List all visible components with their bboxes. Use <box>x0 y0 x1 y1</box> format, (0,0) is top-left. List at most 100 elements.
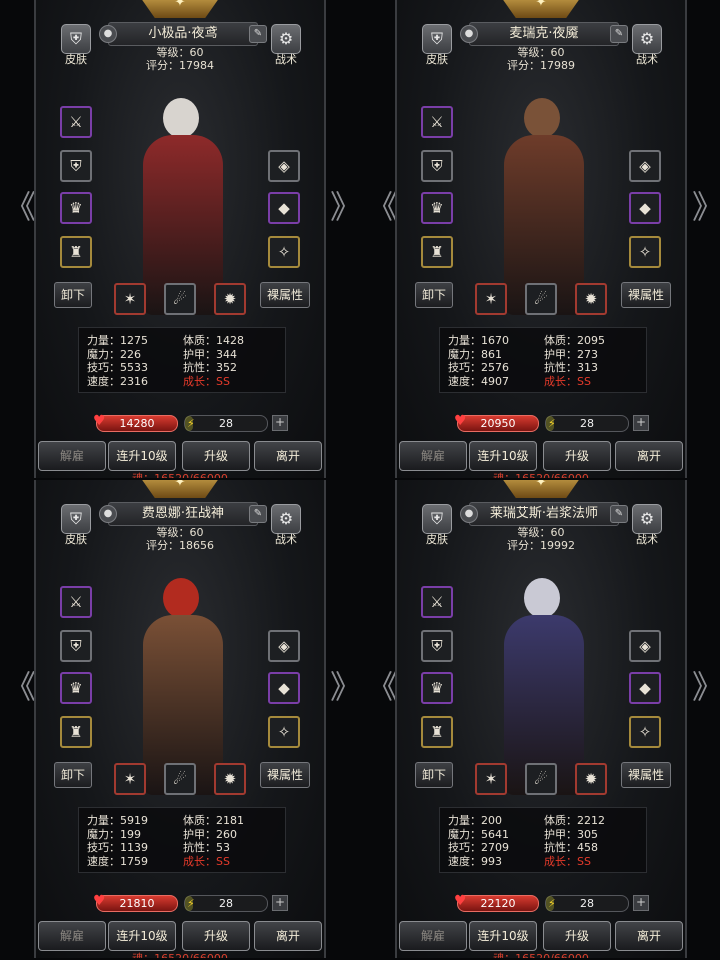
amulet-slot[interactable]: ✧ <box>268 716 300 748</box>
prev-hero-arrow-bottom-right[interactable]: 《 <box>366 670 398 704</box>
helmet-slot[interactable]: ♛ <box>60 672 92 704</box>
weapon-slot[interactable]: ⚔ <box>60 586 92 618</box>
armor-slot[interactable]: ⛨ <box>421 150 453 182</box>
base-attributes-button[interactable]: 裸属性 <box>621 282 672 308</box>
leave-button[interactable]: 离开 <box>254 921 322 951</box>
boots-slot[interactable]: ♜ <box>421 716 453 748</box>
edit-icon[interactable]: ✎ <box>249 25 267 43</box>
gem-slot[interactable]: ◆ <box>268 672 300 704</box>
level-up-button[interactable]: 升级 <box>543 441 611 471</box>
ring-slot[interactable]: ◈ <box>629 150 661 182</box>
amulet-slot[interactable]: ✧ <box>629 716 661 748</box>
level-up-10-button[interactable]: 连升10级 <box>469 921 537 951</box>
base-attributes-button[interactable]: 裸属性 <box>260 282 311 308</box>
leave-button[interactable]: 离开 <box>615 441 683 471</box>
leave-button[interactable]: 离开 <box>254 441 322 471</box>
soul-progress: 魂：16520/66000 <box>132 470 228 478</box>
base-attributes-button[interactable]: 裸属性 <box>260 762 311 788</box>
unequip-button[interactable]: 卸下 <box>415 762 454 788</box>
skill-slot-2[interactable]: ☄ <box>525 283 557 315</box>
action-row: 解雇 连升10级 升级 离开 <box>36 441 324 471</box>
stats-col-left: 力量：1670 魔力：861 技巧：2576 速度：4907 <box>448 334 509 388</box>
action-row: 解雇 连升10级 升级 离开 <box>397 441 685 471</box>
add-energy-button[interactable]: + <box>272 895 288 911</box>
prev-hero-arrow-top-right[interactable]: 《 <box>366 190 398 224</box>
helmet-slot[interactable]: ♛ <box>421 672 453 704</box>
skill-slot-1[interactable]: ✶ <box>475 763 507 795</box>
edit-icon[interactable]: ✎ <box>610 505 628 523</box>
skill-slot-3[interactable]: ✹ <box>214 763 246 795</box>
helmet-slot[interactable]: ♛ <box>421 192 453 224</box>
base-attributes-button[interactable]: 裸属性 <box>621 762 672 788</box>
stats-col-right: 体质：2095 护甲：273 抗性：313 成长：SS <box>544 334 605 388</box>
skill-slot-2[interactable]: ☄ <box>164 283 196 315</box>
level-up-10-button[interactable]: 连升10级 <box>108 441 176 471</box>
prev-hero-arrow-bottom-left[interactable]: 《 <box>4 670 36 704</box>
stat-growth: 成长：SS <box>544 854 591 868</box>
skill-slot-1[interactable]: ✶ <box>475 283 507 315</box>
stat-growth: 成长：SS <box>183 374 230 388</box>
boots-slot[interactable]: ♜ <box>60 236 92 268</box>
dismiss-button[interactable]: 解雇 <box>399 921 467 951</box>
dismiss-button[interactable]: 解雇 <box>38 441 106 471</box>
hero-name: 莱瑞艾斯·岩浆法师 <box>489 506 599 521</box>
weapon-slot[interactable]: ⚔ <box>421 586 453 618</box>
edit-icon[interactable]: ✎ <box>249 505 267 523</box>
amulet-slot[interactable]: ✧ <box>268 236 300 268</box>
lock-icon[interactable]: ● <box>460 505 478 523</box>
unequip-button[interactable]: 卸下 <box>54 282 93 308</box>
weapon-slot[interactable]: ⚔ <box>421 106 453 138</box>
leave-button[interactable]: 离开 <box>615 921 683 951</box>
level-up-10-button[interactable]: 连升10级 <box>469 441 537 471</box>
skill-slot-3[interactable]: ✹ <box>575 763 607 795</box>
skill-slot-3[interactable]: ✹ <box>214 283 246 315</box>
amulet-slot[interactable]: ✧ <box>629 236 661 268</box>
next-hero-arrow-top-right[interactable]: 》 <box>692 190 720 224</box>
ring-slot[interactable]: ◈ <box>629 630 661 662</box>
unequip-button[interactable]: 卸下 <box>54 762 93 788</box>
armor-slot[interactable]: ⛨ <box>421 630 453 662</box>
stat-armor: 护甲：260 <box>183 827 237 841</box>
gem-slot[interactable]: ◆ <box>268 192 300 224</box>
hp-bar: ♥ 22120 <box>454 894 539 912</box>
dismiss-button[interactable]: 解雇 <box>399 441 467 471</box>
gem-slot[interactable]: ◆ <box>629 192 661 224</box>
helmet-slot[interactable]: ♛ <box>60 192 92 224</box>
hp-bar: ♥ 14280 <box>93 414 178 432</box>
boots-slot[interactable]: ♜ <box>421 236 453 268</box>
level-up-button[interactable]: 升级 <box>182 921 250 951</box>
dismiss-button[interactable]: 解雇 <box>38 921 106 951</box>
skill-slot-1[interactable]: ✶ <box>114 763 146 795</box>
add-energy-button[interactable]: + <box>633 415 649 431</box>
next-hero-arrow-top-left[interactable]: 》 <box>330 190 362 224</box>
action-row: 解雇 连升10级 升级 离开 <box>36 921 324 951</box>
hp-value: 21810 <box>119 897 155 910</box>
next-hero-arrow-bottom-right[interactable]: 》 <box>692 670 720 704</box>
skill-slot-3[interactable]: ✹ <box>575 283 607 315</box>
lock-icon[interactable]: ● <box>460 25 478 43</box>
skill-slot-2[interactable]: ☄ <box>525 763 557 795</box>
armor-slot[interactable]: ⛨ <box>60 150 92 182</box>
next-hero-arrow-bottom-left[interactable]: 》 <box>330 670 362 704</box>
gem-slot[interactable]: ◆ <box>629 672 661 704</box>
armor-slot[interactable]: ⛨ <box>60 630 92 662</box>
level-up-button[interactable]: 升级 <box>543 921 611 951</box>
skill-slot-2[interactable]: ☄ <box>164 763 196 795</box>
edit-icon[interactable]: ✎ <box>610 25 628 43</box>
crest-emblem-icon: ✦ <box>138 480 222 498</box>
ring-slot[interactable]: ◈ <box>268 630 300 662</box>
lock-icon[interactable]: ● <box>99 505 117 523</box>
stat-strength: 力量：1275 <box>87 334 148 347</box>
add-energy-button[interactable]: + <box>633 895 649 911</box>
weapon-slot[interactable]: ⚔ <box>60 106 92 138</box>
ring-slot[interactable]: ◈ <box>268 150 300 182</box>
skill-slot-1[interactable]: ✶ <box>114 283 146 315</box>
prev-hero-arrow-top-left[interactable]: 《 <box>4 190 36 224</box>
stats-col-left: 力量：5919 魔力：199 技巧：1139 速度：1759 <box>87 814 148 868</box>
lock-icon[interactable]: ● <box>99 25 117 43</box>
level-up-10-button[interactable]: 连升10级 <box>108 921 176 951</box>
level-up-button[interactable]: 升级 <box>182 441 250 471</box>
boots-slot[interactable]: ♜ <box>60 716 92 748</box>
add-energy-button[interactable]: + <box>272 415 288 431</box>
unequip-button[interactable]: 卸下 <box>415 282 454 308</box>
